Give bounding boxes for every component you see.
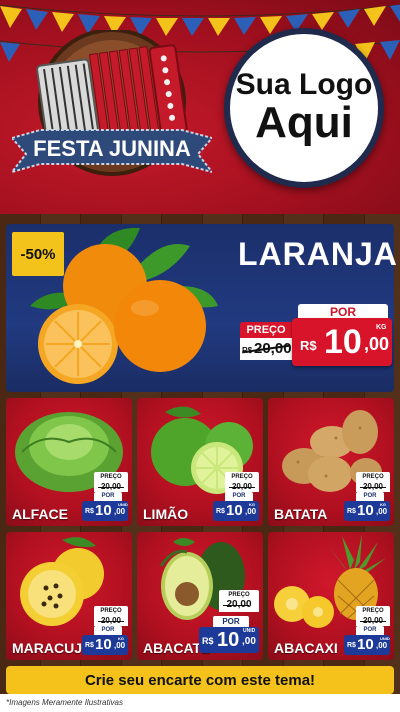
price-decimal: ,00 <box>114 641 126 650</box>
price-integer: 10 <box>217 629 240 651</box>
price-currency: R$ <box>202 636 214 646</box>
accordion-illustration: FESTA JUNINA <box>9 28 215 176</box>
price-decimal: ,00 <box>376 641 388 650</box>
product-name: ALFACE <box>12 506 68 522</box>
price-unit: KG <box>376 324 387 331</box>
price-currency: R$ <box>347 508 356 515</box>
price-currency: R$ <box>216 508 225 515</box>
price-integer: 10 <box>95 502 112 519</box>
logo-line-2: Aqui <box>255 97 353 147</box>
price-unit: UNID <box>243 628 256 634</box>
old-price: 20,00 <box>356 616 390 626</box>
old-price: 20,00 <box>225 482 259 492</box>
festa-junina-banner: FESTA JUNINA <box>9 28 215 200</box>
product-name: MARACUJÁ <box>12 640 93 656</box>
store-logo-placeholder[interactable]: Sua Logo Aqui <box>224 28 384 188</box>
new-price: R$ 10 UNID ,00 <box>199 627 259 653</box>
price-currency: R$ <box>347 642 356 649</box>
new-price-label: POR <box>213 616 249 627</box>
new-price: R$ 10 KG ,00 <box>344 501 390 521</box>
new-price: R$ 10 UNID ,00 <box>344 635 390 655</box>
price-integer: 10 <box>324 323 362 361</box>
new-price-label: POR <box>225 492 253 501</box>
old-price: R$ 20,00 <box>240 338 292 360</box>
discount-badge: -50% <box>12 232 64 276</box>
hero-product-name: LARANJA <box>238 236 398 272</box>
product-name: LIMÃO <box>143 506 189 522</box>
product-tile-alface[interactable]: ALFACE PREÇO 20,00 POR R$ 10 UNID ,00 <box>6 398 132 526</box>
old-price-label: PREÇO <box>356 606 390 616</box>
new-price-label: POR <box>94 626 122 635</box>
price-currency: R$ <box>300 338 317 353</box>
disclaimer-text: *Imagens Meramente Ilustrativas <box>0 694 400 712</box>
price-decimal: ,00 <box>114 507 126 516</box>
new-price-label: POR <box>356 626 384 635</box>
old-price-label: PREÇO <box>94 606 128 616</box>
new-price-label: POR <box>94 492 122 501</box>
product-tile-maracuja[interactable]: MARACUJÁ PREÇO 20,00 POR R$ 10 KG ,00 <box>6 532 132 660</box>
new-price: R$ 10 KG ,00 <box>292 318 392 366</box>
product-tile-abacaxi[interactable]: ABACAXI PREÇO 20,00 POR R$ 10 UNID ,00 <box>268 532 394 660</box>
price-decimal: ,00 <box>364 334 390 354</box>
logo-line-1: Sua Logo <box>235 67 373 101</box>
new-price-label: POR <box>356 492 384 501</box>
old-price-label: PREÇO <box>356 472 390 482</box>
old-price: 20,00 <box>94 482 128 492</box>
product-tile-limao[interactable]: LIMÃO PREÇO 20,00 POR R$ 10 KG ,00 <box>137 398 263 526</box>
old-price-label: PREÇO <box>94 472 128 482</box>
banner-text: FESTA JUNINA <box>33 136 191 161</box>
price-integer: 10 <box>226 502 243 519</box>
price-integer: 10 <box>95 636 112 653</box>
old-price: 20,00 <box>94 616 128 626</box>
old-price: 20,00 <box>219 600 259 612</box>
price-integer: 10 <box>357 502 374 519</box>
product-tile-abacate[interactable]: ABACATE PREÇO 20,00 POR R$ 10 UNID ,00 <box>137 532 263 660</box>
old-price-label: PREÇO <box>225 472 259 482</box>
price-decimal: ,00 <box>376 507 388 516</box>
price-currency: R$ <box>85 642 94 649</box>
new-price: R$ 10 UNID ,00 <box>82 501 128 521</box>
create-flyer-button[interactable]: Crie seu encarte com este tema! <box>6 666 394 694</box>
price-decimal: ,00 <box>245 507 257 516</box>
product-name: ABACAXI <box>274 640 338 656</box>
product-name: BATATA <box>274 506 328 522</box>
price-decimal: ,00 <box>242 636 256 647</box>
festa-junina-header: FESTA JUNINA Sua Logo Aqui <box>0 0 400 218</box>
old-price: 20,00 <box>356 482 390 492</box>
new-price: R$ 10 KG ,00 <box>213 501 259 521</box>
product-tile-batata[interactable]: BATATA PREÇO 20,00 POR R$ 10 KG ,00 <box>268 398 394 526</box>
price-currency: R$ <box>85 508 94 515</box>
avocado-image <box>159 538 245 620</box>
price-integer: 10 <box>357 636 374 653</box>
old-price-label: PREÇO <box>240 322 292 338</box>
new-price: R$ 10 KG ,00 <box>82 635 128 655</box>
